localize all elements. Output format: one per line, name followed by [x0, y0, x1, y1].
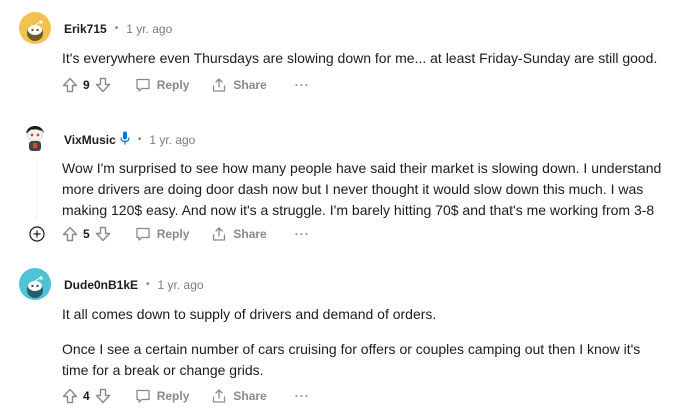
downvote-button[interactable] — [93, 386, 113, 406]
share-button[interactable]: Share — [211, 384, 267, 408]
user-avatar[interactable] — [19, 12, 51, 44]
comment: Erik715 • 1 yr. ago It's everywhere even… — [0, 0, 677, 110]
reply-button[interactable]: Reply — [135, 73, 190, 97]
thread-line — [36, 158, 37, 220]
meta-separator: • — [114, 23, 119, 34]
expand-thread-button[interactable] — [29, 226, 45, 242]
upvote-button[interactable] — [60, 224, 80, 244]
downvote-button[interactable] — [93, 75, 113, 95]
comment-paragraph: Wow I'm surprised to see how many people… — [62, 160, 662, 218]
share-button[interactable]: Share — [211, 73, 267, 97]
vote-score: 9 — [83, 78, 90, 92]
comment-body: It all comes down to supply of drivers a… — [62, 304, 662, 381]
comment-body: Wow I'm surprised to see how many people… — [62, 158, 672, 221]
microphone-icon — [120, 131, 130, 149]
share-icon — [213, 389, 226, 403]
reply-button[interactable]: Reply — [135, 222, 190, 246]
share-icon — [213, 227, 226, 241]
comment-bubble-icon — [136, 78, 150, 92]
share-button[interactable]: Share — [211, 222, 267, 246]
downvote-icon — [95, 226, 110, 242]
vote-score: 5 — [83, 227, 90, 241]
meta-separator: • — [137, 134, 142, 145]
more-options-button[interactable]: ··· — [295, 389, 310, 403]
downvote-icon — [95, 77, 110, 93]
comment-actions: 5 Reply Share ··· — [60, 222, 310, 246]
more-options-button[interactable]: ··· — [295, 227, 310, 241]
reply-label: Reply — [156, 389, 190, 403]
downvote-icon — [95, 388, 110, 404]
comment-bubble-icon — [136, 227, 150, 241]
share-label: Share — [233, 389, 267, 403]
username[interactable]: Dude0nB1kE — [64, 277, 138, 293]
upvote-button[interactable] — [60, 75, 80, 95]
more-options-button[interactable]: ··· — [295, 78, 310, 92]
vote-score: 4 — [83, 389, 90, 403]
username[interactable]: Erik715 — [64, 21, 107, 37]
upvote-button[interactable] — [60, 386, 80, 406]
user-avatar[interactable] — [19, 268, 51, 300]
timestamp[interactable]: 1 yr. ago — [158, 277, 204, 293]
meta-separator: • — [146, 279, 150, 290]
plus-circle-icon — [29, 226, 45, 242]
snoo-avatar-icon — [19, 12, 51, 44]
upvote-icon — [62, 77, 78, 93]
snoo-avatar-icon — [19, 122, 51, 154]
share-label: Share — [233, 227, 267, 241]
comment-paragraph: It all comes down to supply of drivers a… — [62, 306, 437, 322]
upvote-icon — [62, 388, 78, 404]
username[interactable]: VixMusic — [64, 132, 116, 148]
user-avatar[interactable] — [19, 122, 51, 154]
reply-button[interactable]: Reply — [135, 384, 190, 408]
comment-actions: 9 Reply Share ··· — [60, 73, 310, 97]
reply-label: Reply — [156, 78, 190, 92]
comment-actions: 4 Reply Share ··· — [60, 384, 310, 408]
timestamp[interactable]: 1 yr. ago — [149, 132, 195, 148]
comment-bubble-icon — [136, 389, 150, 403]
downvote-button[interactable] — [93, 224, 113, 244]
share-label: Share — [233, 78, 267, 92]
comment-paragraph: It's everywhere even Thursdays are slowi… — [62, 50, 658, 66]
reply-label: Reply — [156, 227, 190, 241]
comment-paragraph: Once I see a certain number of cars crui… — [62, 341, 641, 378]
share-icon — [213, 78, 226, 92]
snoo-avatar-icon — [19, 268, 51, 300]
upvote-icon — [62, 226, 78, 242]
comment-body: It's everywhere even Thursdays are slowi… — [62, 48, 662, 69]
timestamp[interactable]: 1 yr. ago — [126, 21, 172, 37]
